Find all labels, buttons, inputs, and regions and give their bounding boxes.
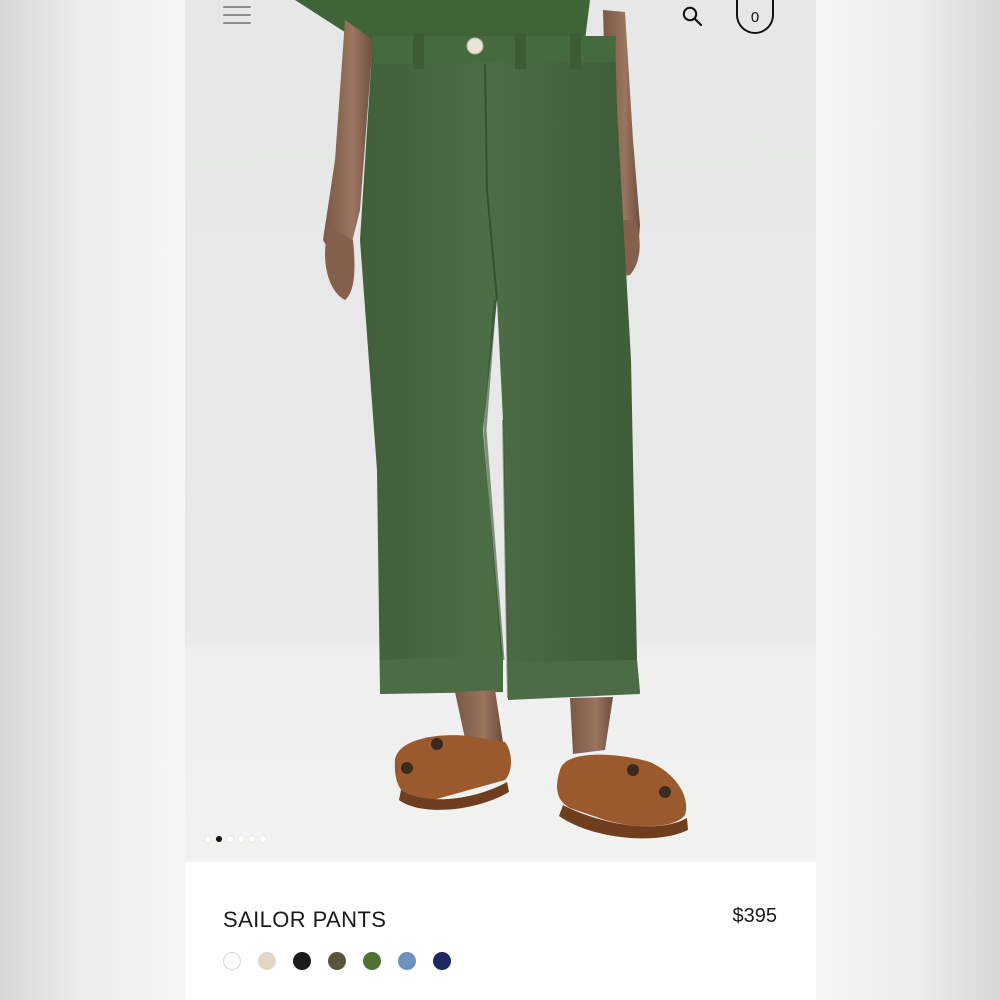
swatch-olive[interactable] (328, 952, 346, 970)
swatch-blue[interactable] (398, 952, 416, 970)
pagination-dot-active[interactable] (216, 836, 222, 842)
product-page: 0 SAILOR PANTS $395 (185, 0, 816, 1000)
search-button[interactable] (681, 5, 705, 29)
color-swatches (223, 952, 451, 970)
product-info: SAILOR PANTS $395 (185, 862, 816, 1000)
swatch-natural[interactable] (258, 952, 276, 970)
menu-line (223, 14, 251, 16)
product-price: $395 (732, 905, 778, 927)
swatch-green[interactable] (363, 952, 381, 970)
product-title: SAILOR PANTS (223, 907, 387, 932)
swatch-navy[interactable] (433, 952, 451, 970)
swatch-black[interactable] (293, 952, 311, 970)
gallery-pagination (205, 836, 266, 842)
product-image-gallery[interactable]: 0 (185, 0, 816, 862)
menu-button[interactable] (223, 4, 251, 26)
menu-line (223, 22, 251, 24)
pagination-dot[interactable] (260, 836, 266, 842)
search-icon (682, 6, 703, 27)
swatch-white[interactable] (223, 952, 241, 970)
pagination-dot[interactable] (249, 836, 255, 842)
pagination-dot[interactable] (227, 836, 233, 842)
pagination-dot[interactable] (238, 836, 244, 842)
product-photo (295, 0, 688, 839)
pagination-dot[interactable] (205, 836, 211, 842)
hamburger-menu-icon (223, 6, 251, 8)
cart-count: 0 (750, 9, 760, 26)
